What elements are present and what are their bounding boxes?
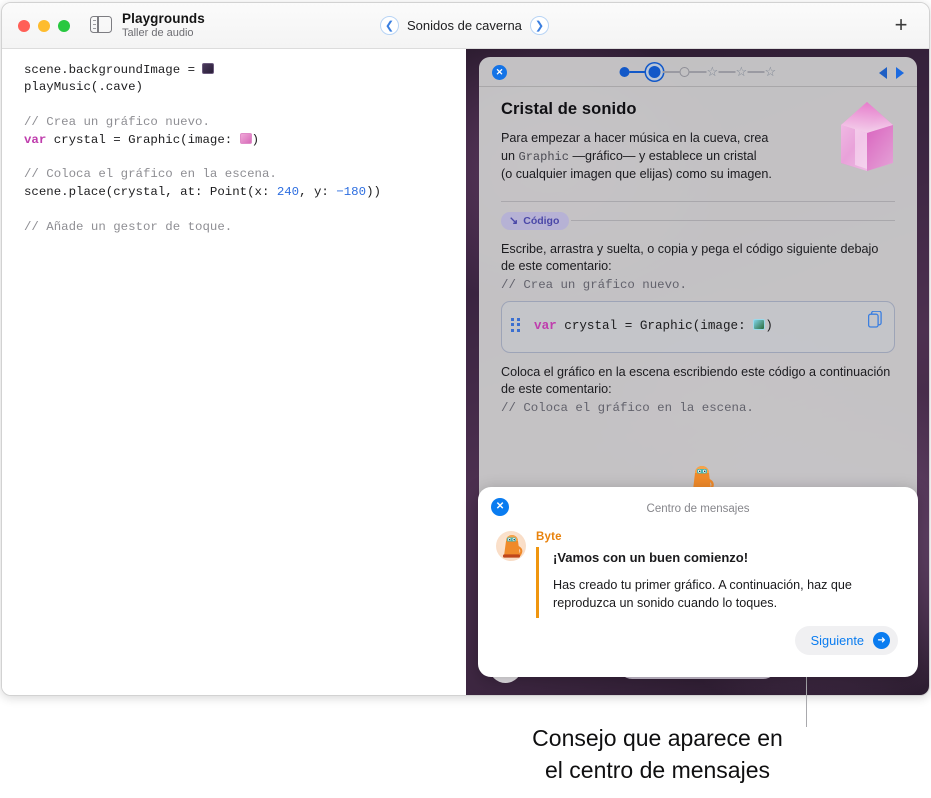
drag-arrow-icon: ↘ bbox=[509, 215, 519, 227]
progress-step-star[interactable]: ☆ bbox=[765, 65, 777, 78]
code-line: scene.backgroundImage = playMusic(.cave)… bbox=[24, 63, 381, 234]
comment-1: // Crea un gráfico nuevo. bbox=[501, 277, 687, 292]
progress-step-star[interactable]: ☆ bbox=[707, 65, 719, 78]
message-row: Byte ¡Vamos con un buen comienzo! Has cr… bbox=[496, 531, 900, 618]
copy-icon[interactable] bbox=[867, 310, 883, 328]
chevron-left-icon[interactable]: ❮ bbox=[380, 16, 399, 35]
chevron-right-icon[interactable]: ❯ bbox=[529, 16, 549, 35]
window-body: scene.backgroundImage = playMusic(.cave)… bbox=[2, 49, 929, 695]
minimize-window-button[interactable] bbox=[38, 20, 50, 32]
close-circle-icon[interactable]: ✕ bbox=[492, 65, 508, 80]
progress-connector bbox=[718, 71, 736, 73]
crystal-illustration bbox=[833, 99, 901, 173]
lesson-panel-header: ✕ ☆ ☆ ☆ bbox=[479, 57, 918, 87]
message-headline: ¡Vamos con un buen comienzo! bbox=[553, 550, 749, 565]
progress-step-completed[interactable] bbox=[619, 67, 630, 77]
lesson-panel-body: Cristal de sonido Para empezar a hacer m… bbox=[479, 87, 917, 415]
progress-step-current[interactable] bbox=[648, 66, 661, 78]
progress-connector bbox=[629, 71, 647, 73]
message-center-popup: ✕ Centro de mensajes Byte ¡Vamos con un … bbox=[478, 487, 919, 677]
close-window-button[interactable] bbox=[18, 20, 30, 32]
code-comment: // Añade un gestor de toque. bbox=[24, 219, 233, 234]
lesson-intro-code: Graphic bbox=[518, 149, 569, 164]
lesson-intro-part2: —gráfico— y establece un cristal bbox=[568, 148, 757, 163]
comment-2: // Coloca el gráfico en la escena. bbox=[501, 400, 754, 415]
app-name: Playgrounds bbox=[122, 11, 205, 26]
arrow-right-circle-icon: ➜ bbox=[873, 632, 891, 649]
message-center-title: Centro de mensajes bbox=[646, 503, 750, 515]
next-button[interactable]: Siguiente ➜ bbox=[794, 626, 899, 655]
code-snippet-card[interactable]: var crystal = Graphic(image: ) bbox=[501, 300, 896, 353]
breadcrumb: ❮ Sonidos de caverna ❯ bbox=[380, 16, 549, 35]
playgrounds-window: Playgrounds Taller de audio ❮ Sonidos de… bbox=[1, 2, 930, 696]
lesson-progress-indicator[interactable]: ☆ ☆ ☆ bbox=[619, 65, 777, 78]
code-editor[interactable]: scene.backgroundImage = playMusic(.cave)… bbox=[2, 49, 467, 695]
progress-connector bbox=[747, 71, 765, 73]
drag-handle-icon[interactable] bbox=[511, 317, 520, 332]
image-literal-icon[interactable] bbox=[239, 132, 252, 144]
app-subtitle: Taller de audio bbox=[122, 27, 194, 39]
progress-step-upcoming[interactable] bbox=[679, 67, 690, 77]
byte-avatar-icon bbox=[496, 531, 527, 561]
codigo-section-header: ↘ Código bbox=[501, 211, 896, 230]
progress-step-star[interactable]: ☆ bbox=[736, 65, 748, 78]
message-sender: Byte bbox=[536, 531, 562, 543]
code-comment: // Coloca el gráfico en la escena. bbox=[24, 167, 277, 182]
lesson-intro-part3: (o cualquier imagen que elijas) como su … bbox=[501, 167, 772, 181]
traffic-lights bbox=[18, 20, 70, 32]
message-body: Has creado tu primer gráfico. A continua… bbox=[553, 578, 852, 610]
codigo-badge-label: Código bbox=[523, 214, 560, 227]
caption-line-2: el centro de mensajes bbox=[544, 757, 770, 783]
caption-line-1: Consejo que aparece en bbox=[532, 725, 783, 751]
figure-caption: Consejo que aparece en el centro de mens… bbox=[430, 722, 885, 786]
screenshot-root: Playgrounds Taller de audio ❮ Sonidos de… bbox=[0, 0, 931, 798]
message-content: Byte ¡Vamos con un buen comienzo! Has cr… bbox=[536, 531, 900, 618]
code-comment: // Crea un gráfico nuevo. bbox=[24, 115, 210, 130]
triangle-right-icon[interactable] bbox=[896, 67, 905, 79]
code-keyword: var bbox=[24, 132, 47, 147]
lesson-intro-prefix: un bbox=[501, 148, 519, 163]
plus-icon[interactable]: + bbox=[891, 14, 911, 36]
progress-connector bbox=[689, 71, 707, 73]
zoom-window-button[interactable] bbox=[58, 20, 70, 32]
image-literal-icon[interactable] bbox=[202, 63, 215, 74]
app-title-block: Playgrounds Taller de audio bbox=[122, 11, 205, 39]
message-quote-block: ¡Vamos con un buen comienzo! Has creado … bbox=[536, 547, 900, 618]
lesson-intro-part1: Para empezar a hacer música en la cueva,… bbox=[501, 131, 769, 145]
triangle-left-icon[interactable] bbox=[879, 67, 888, 79]
live-view: ✕ ☆ ☆ ☆ Cristal de sonido Para empezar a… bbox=[466, 49, 929, 695]
window-titlebar: Playgrounds Taller de audio ❮ Sonidos de… bbox=[2, 3, 929, 49]
instructions-2: Coloca el gráfico en la escena escribien… bbox=[501, 364, 891, 397]
lesson-intro: Para empezar a hacer música en la cueva,… bbox=[501, 130, 801, 184]
instructions-1: Escribe, arrastra y suelta, o copia y pe… bbox=[501, 241, 879, 274]
breadcrumb-label: Sonidos de caverna bbox=[407, 18, 522, 33]
next-button-label: Siguiente bbox=[810, 633, 865, 648]
progress-connector bbox=[662, 71, 680, 73]
codigo-badge: ↘ Código bbox=[501, 211, 570, 230]
sidebar-toggle-icon[interactable] bbox=[90, 16, 112, 33]
snippet-code-text: var crystal = Graphic(image: ) bbox=[534, 318, 773, 333]
codigo-rule bbox=[571, 220, 896, 221]
lesson-nav-arrows bbox=[879, 67, 905, 79]
